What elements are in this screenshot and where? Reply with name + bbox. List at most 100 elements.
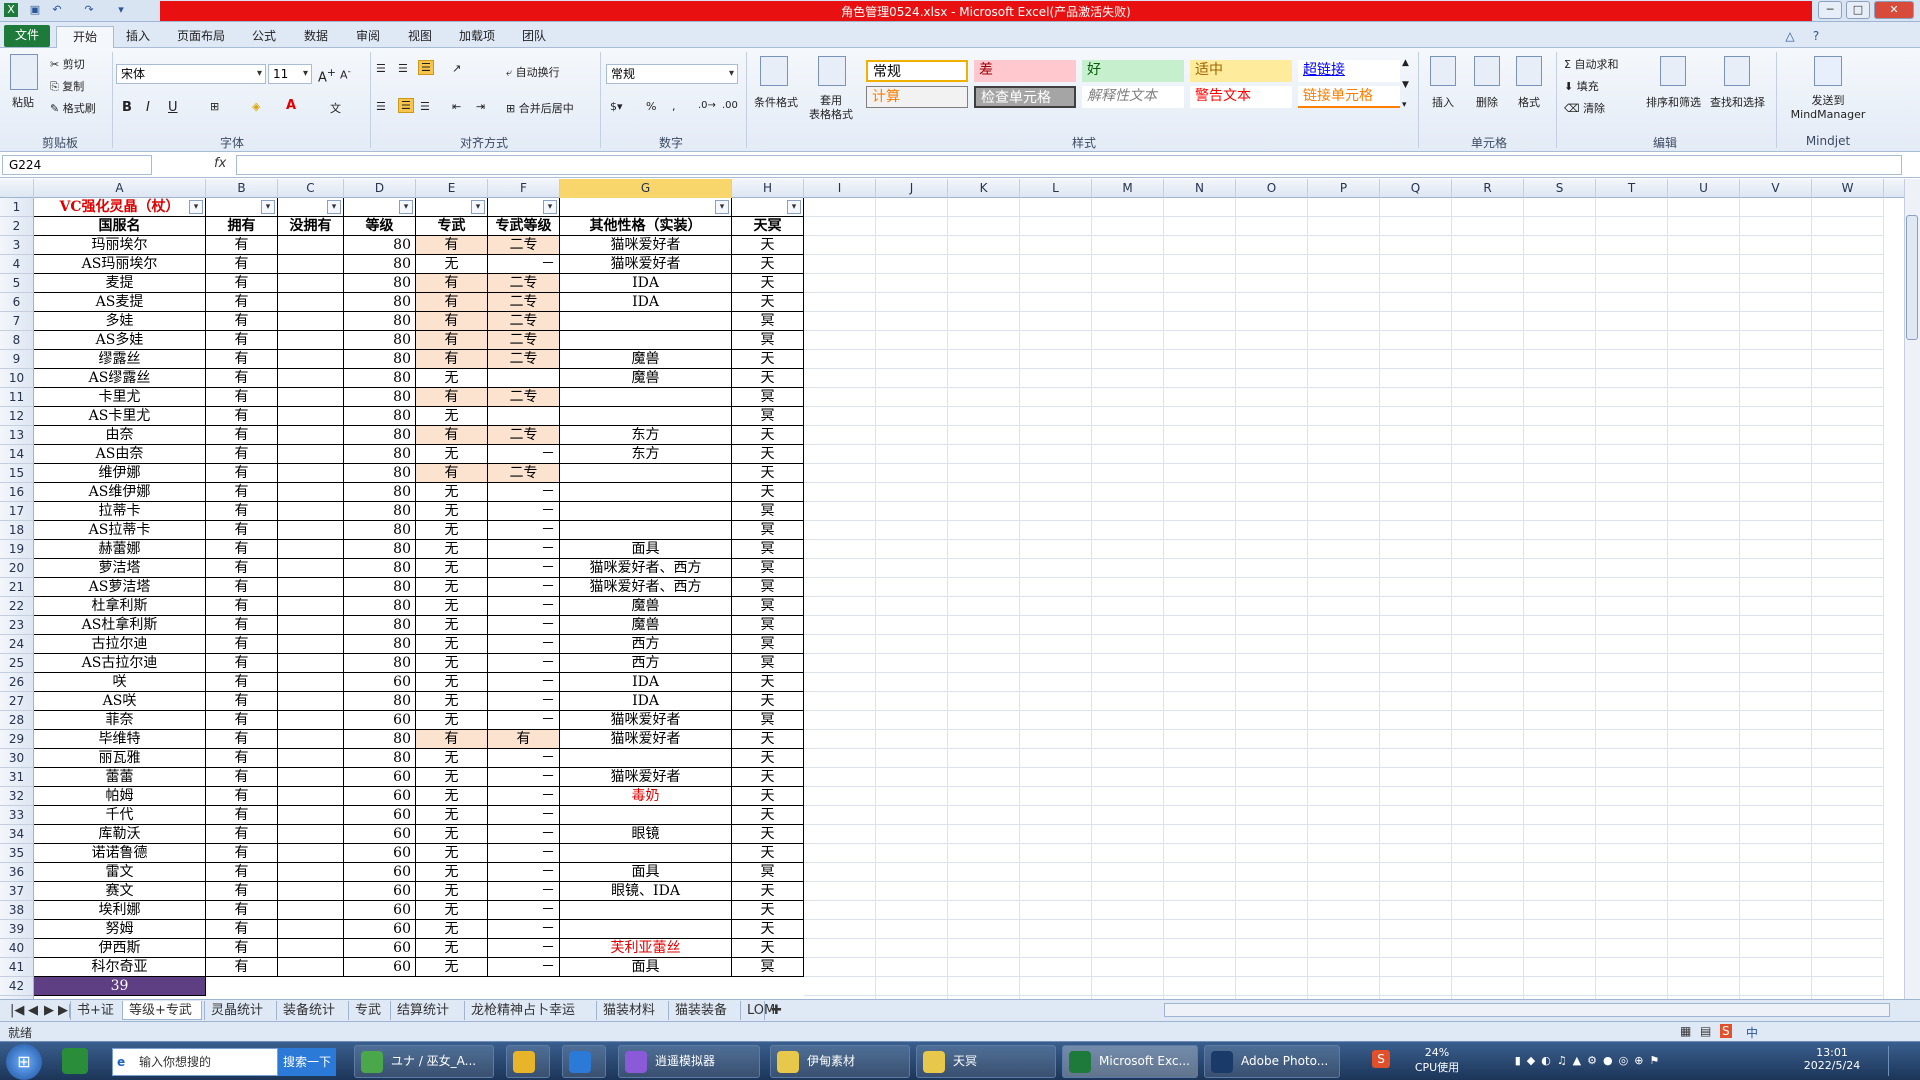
data-cell[interactable]: 无 [416,882,488,901]
empty-cell[interactable] [876,217,948,236]
empty-cell[interactable] [1596,616,1668,635]
data-cell[interactable]: 有 [206,578,278,597]
empty-cell[interactable] [876,293,948,312]
row-header[interactable]: 24 [0,635,34,654]
gallery-up-icon[interactable]: ▲ [1402,58,1409,68]
empty-cell[interactable] [876,597,948,616]
data-cell[interactable]: 80 [344,331,416,350]
data-cell[interactable] [278,901,344,920]
data-cell[interactable]: 天 [732,844,804,863]
empty-cell[interactable] [1164,939,1236,958]
data-cell[interactable]: － [488,920,560,939]
data-cell[interactable]: 有 [416,331,488,350]
empty-cell[interactable] [1524,350,1596,369]
empty-cell[interactable] [1596,445,1668,464]
empty-cell[interactable] [1236,920,1308,939]
empty-cell[interactable] [1236,502,1308,521]
empty-cell[interactable] [876,350,948,369]
data-cell[interactable]: 80 [344,730,416,749]
empty-cell[interactable] [804,217,876,236]
empty-cell[interactable] [1452,825,1524,844]
sheet-tab[interactable]: 装备统计 [276,1001,346,1020]
empty-cell[interactable] [1164,673,1236,692]
decrease-decimal-icon[interactable]: .00 [722,100,738,111]
row-header[interactable]: 15 [0,464,34,483]
data-cell[interactable] [278,825,344,844]
empty-cell[interactable] [876,464,948,483]
empty-cell[interactable] [1308,730,1380,749]
data-cell[interactable]: 天 [732,730,804,749]
empty-cell[interactable] [948,407,1020,426]
data-cell[interactable]: AS玛丽埃尔 [34,255,206,274]
data-cell[interactable] [278,616,344,635]
empty-cell[interactable] [1596,635,1668,654]
empty-cell[interactable] [948,597,1020,616]
empty-cell[interactable] [1740,863,1812,882]
align-middle-icon[interactable]: ☰ [398,62,408,75]
cell-style-9[interactable]: 链接单元格 [1298,86,1400,108]
row-header[interactable]: 41 [0,958,34,977]
empty-cell[interactable] [1236,255,1308,274]
empty-cell[interactable] [1812,806,1884,825]
decrease-indent-icon[interactable]: ⇤ [452,100,461,113]
data-cell[interactable]: 有 [206,730,278,749]
data-cell[interactable]: 天 [732,426,804,445]
empty-cell[interactable] [1524,882,1596,901]
empty-cell[interactable] [1380,673,1452,692]
data-cell[interactable] [278,711,344,730]
empty-cell[interactable] [1236,825,1308,844]
column-title[interactable]: 没拥有 [278,217,344,236]
data-cell[interactable]: IDA [560,293,732,312]
empty-cell[interactable] [948,863,1020,882]
row-header[interactable]: 5 [0,274,34,293]
phonetic-icon[interactable]: 文 [330,100,341,116]
empty-cell[interactable] [1164,369,1236,388]
empty-cell[interactable] [1740,901,1812,920]
empty-cell[interactable] [1092,768,1164,787]
empty-cell[interactable] [948,236,1020,255]
data-cell[interactable]: 无 [416,711,488,730]
data-cell[interactable] [278,958,344,977]
show-desktop-button[interactable] [1888,1046,1914,1076]
empty-cell[interactable] [948,255,1020,274]
empty-cell[interactable] [876,882,948,901]
empty-cell[interactable] [1092,521,1164,540]
empty-cell[interactable] [1812,483,1884,502]
data-cell[interactable]: 天 [732,901,804,920]
data-cell[interactable] [278,293,344,312]
clock[interactable]: 13:01 2022/5/24 [1802,1046,1862,1072]
conditional-format-button[interactable]: 条件格式 [752,94,800,110]
empty-cell[interactable] [1812,578,1884,597]
row-header[interactable]: 17 [0,502,34,521]
empty-cell[interactable] [1668,293,1740,312]
empty-cell[interactable] [1092,692,1164,711]
empty-cell[interactable] [1452,407,1524,426]
empty-cell[interactable] [1164,920,1236,939]
sogou-tray-icon[interactable]: S [1372,1050,1390,1068]
empty-cell[interactable] [948,806,1020,825]
empty-cell[interactable] [1164,958,1236,977]
data-cell[interactable]: 有 [206,673,278,692]
empty-cell[interactable] [1452,882,1524,901]
data-cell[interactable]: 无 [416,616,488,635]
empty-cell[interactable] [804,673,876,692]
empty-cell[interactable] [1380,825,1452,844]
data-cell[interactable]: 由奈 [34,426,206,445]
data-cell[interactable]: － [488,901,560,920]
tab-home[interactable]: 开始 [56,26,114,48]
empty-cell[interactable] [1380,882,1452,901]
empty-cell[interactable] [1308,597,1380,616]
data-cell[interactable]: 60 [344,711,416,730]
column-header-i[interactable]: I [804,179,876,198]
empty-cell[interactable] [1740,331,1812,350]
select-all-corner[interactable] [0,179,34,198]
row-header[interactable]: 25 [0,654,34,673]
empty-cell[interactable] [1164,198,1236,217]
empty-cell[interactable] [948,616,1020,635]
empty-cell[interactable] [1812,464,1884,483]
empty-cell[interactable] [1308,901,1380,920]
data-cell[interactable]: 有 [416,464,488,483]
data-cell[interactable]: 魔兽 [560,369,732,388]
data-cell[interactable]: 二专 [488,331,560,350]
empty-cell[interactable] [1812,977,1884,996]
